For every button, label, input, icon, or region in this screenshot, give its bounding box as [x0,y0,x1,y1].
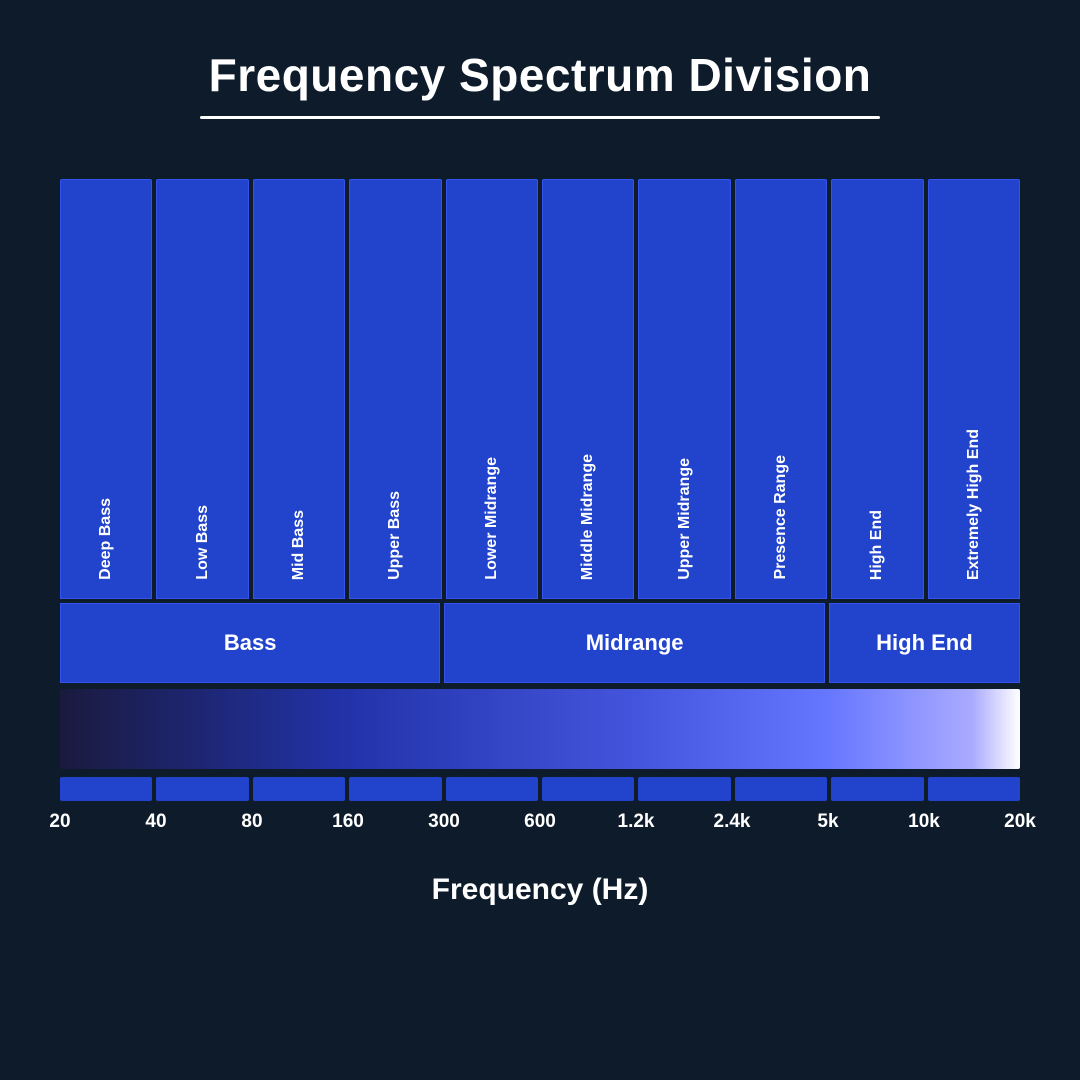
x-axis-title: Frequency (Hz) [432,873,649,907]
freq-label-7: 2.4k [714,811,751,833]
band-cell-2: Mid Bass [253,179,345,599]
group-label-1: Midrange [586,630,684,656]
freq-tick-9 [928,777,1020,801]
band-cell-9: Extremely High End [928,179,1020,599]
bands-row: Deep Bass Low Bass Mid Bass Upper Bass Lower… [60,179,1020,599]
freq-label-6: 1.2k [618,811,655,833]
band-label-9: Extremely High End [965,429,983,580]
freq-labels-row: 2040801603006001.2k2.4k5k10k20k [60,811,1020,841]
band-label-1: Low Bass [194,505,212,580]
freq-label-0: 20 [49,811,70,833]
freq-tick-5 [542,777,634,801]
band-label-8: High End [868,510,886,580]
band-label-0: Deep Bass [97,498,115,580]
freq-tick-4 [446,777,538,801]
band-cell-7: Presence Range [735,179,827,599]
band-label-4: Lower Midrange [483,457,501,580]
band-cell-4: Lower Midrange [446,179,538,599]
freq-label-5: 600 [524,811,556,833]
band-label-3: Upper Bass [386,491,404,580]
band-label-2: Mid Bass [290,510,308,580]
band-cell-1: Low Bass [156,179,248,599]
band-label-6: Upper Midrange [676,458,694,580]
band-cell-5: Middle Midrange [542,179,634,599]
group-cell-0: Bass [60,603,440,683]
freq-tick-3 [349,777,441,801]
groups-row: Bass Midrange High End [60,603,1020,683]
page-title: Frequency Spectrum Division [209,48,872,102]
band-cell-6: Upper Midrange [638,179,730,599]
freq-tick-8 [831,777,923,801]
freq-label-8: 5k [817,811,838,833]
freq-label-9: 10k [908,811,940,833]
freq-label-2: 80 [241,811,262,833]
group-cell-2: High End [829,603,1020,683]
chart-area: Deep Bass Low Bass Mid Bass Upper Bass Lower… [60,179,1020,841]
freq-ticks-row [60,777,1020,801]
band-cell-3: Upper Bass [349,179,441,599]
freq-tick-1 [156,777,248,801]
spectrum-bar [60,689,1020,769]
freq-label-1: 40 [145,811,166,833]
band-label-7: Presence Range [772,455,790,580]
group-label-2: High End [876,630,973,656]
freq-tick-7 [735,777,827,801]
band-label-5: Middle Midrange [579,454,597,580]
group-cell-1: Midrange [444,603,824,683]
freq-label-10: 20k [1004,811,1036,833]
freq-tick-2 [253,777,345,801]
freq-label-4: 300 [428,811,460,833]
freq-tick-0 [60,777,152,801]
title-section: Frequency Spectrum Division [0,0,1080,139]
band-cell-8: High End [831,179,923,599]
group-label-0: Bass [224,630,277,656]
band-cell-0: Deep Bass [60,179,152,599]
freq-label-3: 160 [332,811,364,833]
freq-tick-6 [638,777,730,801]
title-underline [200,116,880,119]
